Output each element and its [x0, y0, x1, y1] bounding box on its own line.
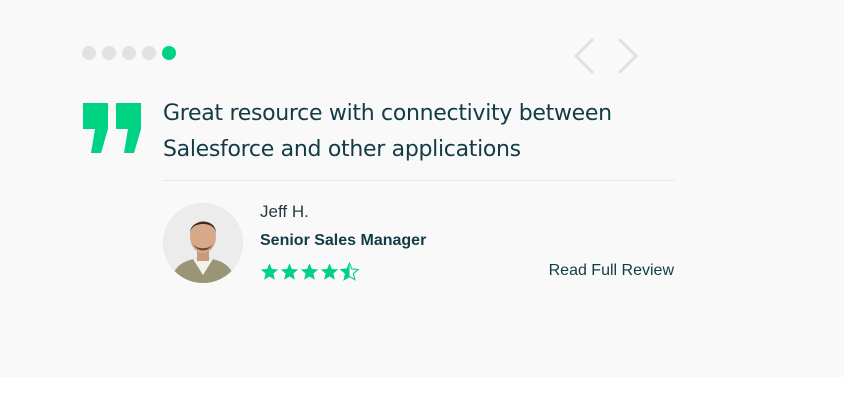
testimonial-carousel: Great resource with connectivity between…: [0, 0, 844, 377]
star-full-icon: [300, 263, 319, 280]
star-full-icon: [320, 263, 339, 280]
chevron-left-icon[interactable]: [572, 38, 596, 74]
carousel-pagination: [82, 46, 176, 60]
divider: [163, 180, 675, 181]
testimonial-quote: Great resource with connectivity between…: [163, 101, 612, 162]
read-full-review-link[interactable]: Read Full Review: [549, 262, 674, 280]
chevron-right-icon[interactable]: [616, 38, 640, 74]
quote-icon: [83, 103, 141, 153]
star-rating: [260, 262, 359, 281]
carousel-dot-3[interactable]: [122, 46, 136, 60]
avatar: [163, 203, 243, 283]
carousel-arrows: [572, 38, 640, 74]
carousel-dot-5[interactable]: [162, 46, 176, 60]
star-full-icon: [260, 263, 279, 280]
star-full-icon: [280, 263, 299, 280]
carousel-dot-4[interactable]: [142, 46, 156, 60]
carousel-dot-1[interactable]: [82, 46, 96, 60]
reviewer-name: Jeff H.: [260, 202, 309, 221]
carousel-dot-2[interactable]: [102, 46, 116, 60]
reviewer-title: Senior Sales Manager: [260, 232, 427, 249]
avatar-image: [163, 203, 243, 283]
star-half-icon: [340, 262, 359, 281]
